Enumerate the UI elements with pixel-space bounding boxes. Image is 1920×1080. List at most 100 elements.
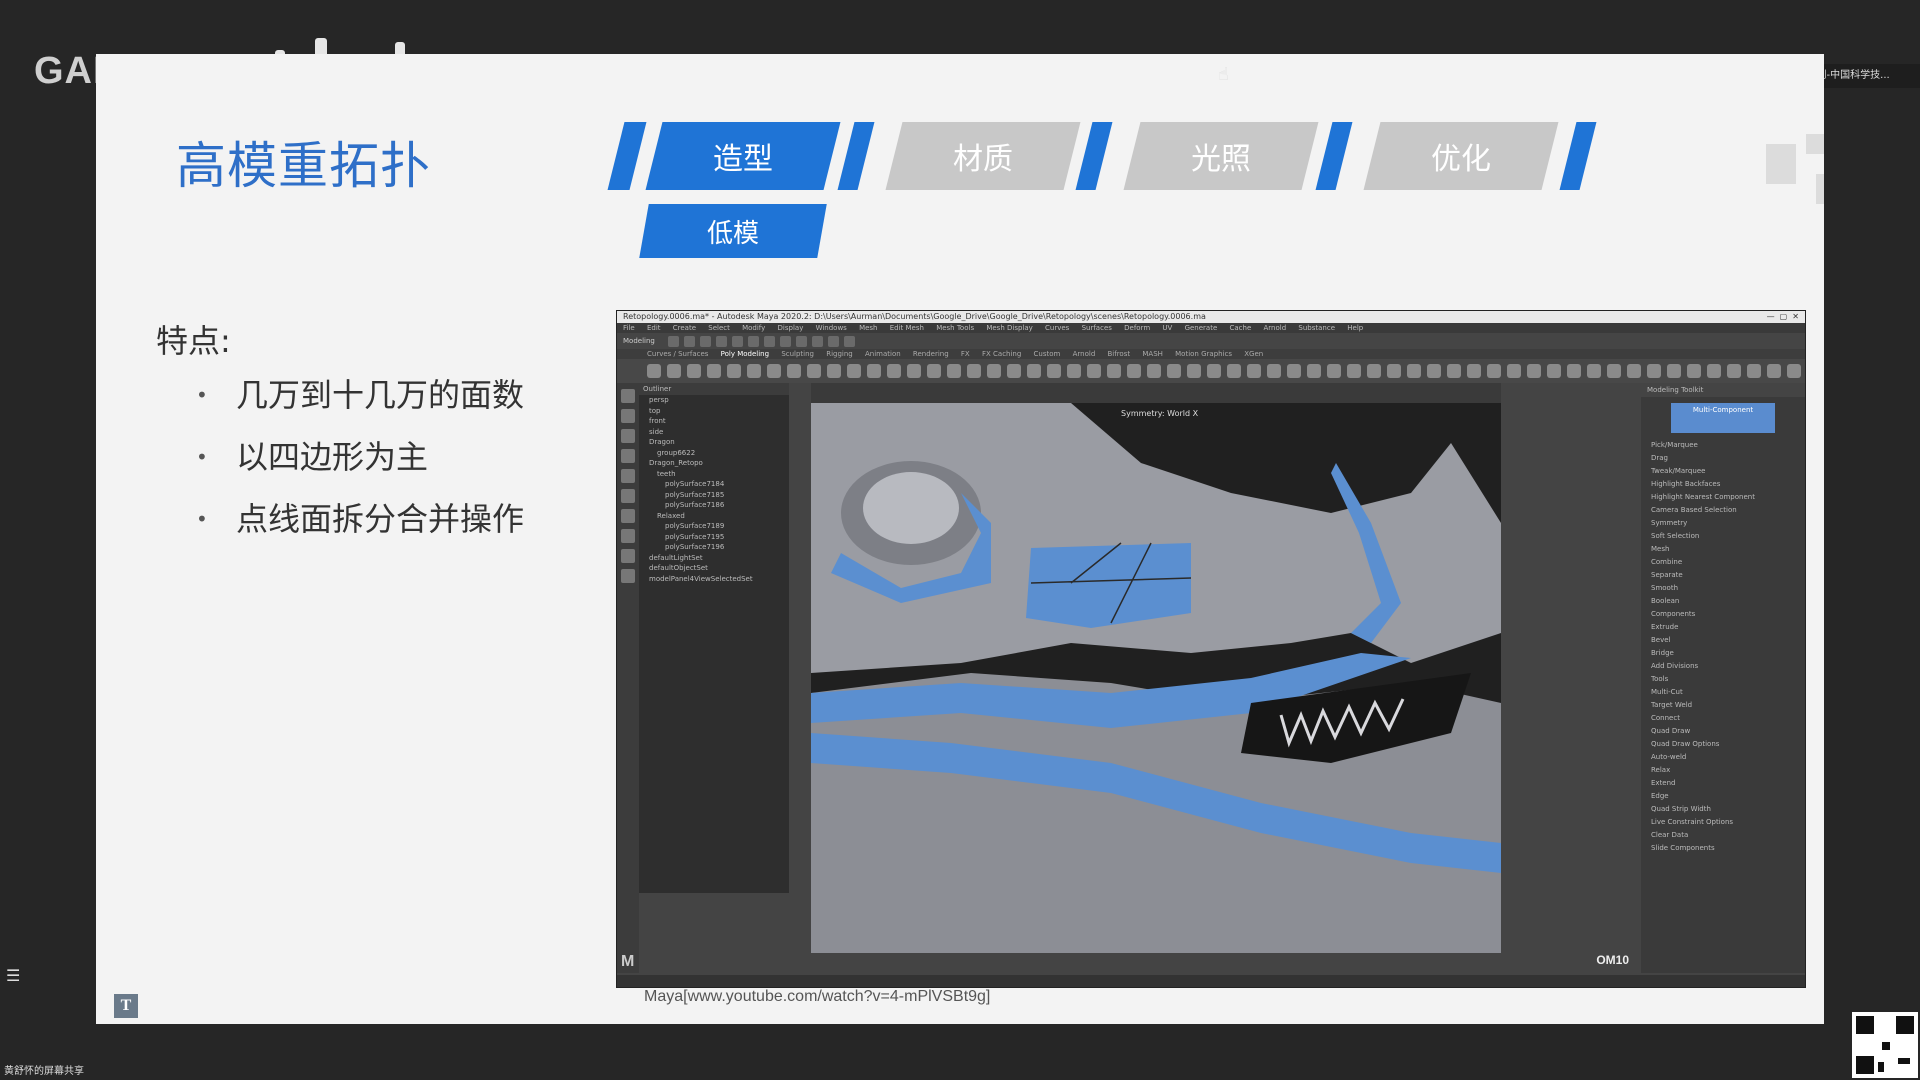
outliner-item[interactable]: polySurface7196 — [639, 542, 789, 553]
shelf-tab[interactable]: Curves / Surfaces — [647, 350, 708, 358]
tab-lighting[interactable]: 光照 — [1123, 122, 1319, 190]
shelf-tool-icon[interactable] — [1007, 364, 1021, 378]
toolkit-row[interactable]: Quad Draw — [1641, 725, 1805, 738]
toolkit-row[interactable]: Drag — [1641, 452, 1805, 465]
toolkit-row[interactable]: Slide Components — [1641, 842, 1805, 855]
menu-item[interactable]: Mesh Display — [986, 324, 1032, 332]
shelf-tool-icon[interactable] — [1427, 364, 1441, 378]
toolkit-row[interactable]: Soft Selection — [1641, 530, 1805, 543]
shelf-tool-icon[interactable] — [1487, 364, 1501, 378]
shelf-tool-icon[interactable] — [1707, 364, 1721, 378]
mode-selector[interactable]: Modeling — [623, 337, 663, 345]
shelf-tool-icon[interactable] — [1147, 364, 1161, 378]
viewport-3d[interactable]: Symmetry: World X — [811, 403, 1501, 953]
shelf-tool-icon[interactable] — [1407, 364, 1421, 378]
outliner-item[interactable]: polySurface7186 — [639, 500, 789, 511]
layout-icon[interactable] — [621, 509, 635, 523]
window-controls-icon[interactable]: — ▢ ✕ — [1767, 311, 1799, 323]
status-icon[interactable] — [732, 335, 743, 347]
toolkit-row[interactable]: Highlight Nearest Component — [1641, 491, 1805, 504]
menu-item[interactable]: Cache — [1230, 324, 1252, 332]
shelf-tab[interactable]: Arnold — [1073, 350, 1096, 358]
status-icon[interactable] — [844, 335, 855, 347]
outliner-item[interactable]: polySurface7195 — [639, 532, 789, 543]
shelf-tool-icon[interactable] — [1167, 364, 1181, 378]
shelf-tool-icon[interactable] — [1527, 364, 1541, 378]
status-icon[interactable] — [796, 335, 807, 347]
toolkit-row[interactable]: Edge — [1641, 790, 1805, 803]
shelf-tool-icon[interactable] — [707, 364, 721, 378]
layout-icon[interactable] — [621, 569, 635, 583]
shelf-tool-icon[interactable] — [767, 364, 781, 378]
toolkit-row[interactable]: Smooth — [1641, 582, 1805, 595]
shelf-tool-icon[interactable] — [1247, 364, 1261, 378]
menu-item[interactable]: UV — [1162, 324, 1172, 332]
shelf-tab[interactable]: FX Caching — [982, 350, 1021, 358]
shelf-tab[interactable]: Custom — [1034, 350, 1061, 358]
toolkit-row[interactable]: Highlight Backfaces — [1641, 478, 1805, 491]
shelf-tool-icon[interactable] — [787, 364, 801, 378]
shelf-tool-icon[interactable] — [987, 364, 1001, 378]
move-tool-icon[interactable] — [621, 449, 635, 463]
outliner-item[interactable]: Relaxed — [639, 511, 789, 522]
toolkit-row[interactable]: Add Divisions — [1641, 660, 1805, 673]
toolkit-row[interactable]: Relax — [1641, 764, 1805, 777]
scale-tool-icon[interactable] — [621, 489, 635, 503]
outliner-item[interactable]: persp — [639, 395, 789, 406]
shelf-tool-icon[interactable] — [1667, 364, 1681, 378]
outliner-item[interactable]: polySurface7184 — [639, 479, 789, 490]
shelf-tool-icon[interactable] — [1547, 364, 1561, 378]
outliner-item[interactable]: defaultObjectSet — [639, 563, 789, 574]
shelf-tool-icon[interactable] — [747, 364, 761, 378]
outliner-item[interactable]: modelPanel4ViewSelectedSet — [639, 574, 789, 585]
toolkit-row[interactable]: Multi-Cut — [1641, 686, 1805, 699]
shelf-tool-icon[interactable] — [907, 364, 921, 378]
shelf-tool-icon[interactable] — [1127, 364, 1141, 378]
toolkit-row[interactable]: Extend — [1641, 777, 1805, 790]
outliner-item[interactable]: defaultLightSet — [639, 553, 789, 564]
shelf-tool-icon[interactable] — [807, 364, 821, 378]
shelf-tool-icon[interactable] — [1447, 364, 1461, 378]
toolkit-row[interactable]: Mesh — [1641, 543, 1805, 556]
shelf-tab[interactable]: Sculpting — [781, 350, 814, 358]
menu-item[interactable]: Help — [1347, 324, 1363, 332]
status-icon[interactable] — [748, 335, 759, 347]
status-icon[interactable] — [812, 335, 823, 347]
status-icon[interactable] — [828, 335, 839, 347]
outliner-item[interactable]: front — [639, 416, 789, 427]
shelf-tool-icon[interactable] — [1227, 364, 1241, 378]
tab-material[interactable]: 材质 — [885, 122, 1081, 190]
shelf-tool-icon[interactable] — [1187, 364, 1201, 378]
paint-select-icon[interactable] — [621, 429, 635, 443]
tab-shape-modeling[interactable]: 造型 — [645, 122, 841, 190]
shelf-tool-icon[interactable] — [647, 364, 661, 378]
shelf-tab[interactable]: Rendering — [913, 350, 949, 358]
menu-item[interactable]: Substance — [1298, 324, 1335, 332]
toolkit-row[interactable]: Quad Draw Options — [1641, 738, 1805, 751]
shelf-tool-icon[interactable] — [1307, 364, 1321, 378]
subtab-lowpoly[interactable]: 低模 — [639, 204, 827, 258]
outliner-item[interactable]: group6622 — [639, 448, 789, 459]
shelf-tab[interactable]: Poly Modeling — [721, 350, 769, 358]
status-icon[interactable] — [716, 335, 727, 347]
status-icon[interactable] — [700, 335, 711, 347]
shelf-tool-icon[interactable] — [1767, 364, 1781, 378]
toolkit-row[interactable]: Target Weld — [1641, 699, 1805, 712]
menu-item[interactable]: Mesh Tools — [936, 324, 974, 332]
shelf-tool-icon[interactable] — [1627, 364, 1641, 378]
status-icon[interactable] — [764, 335, 775, 347]
shelf-tool-icon[interactable] — [967, 364, 981, 378]
shelf-tab[interactable]: XGen — [1244, 350, 1263, 358]
menu-item[interactable]: Mesh — [859, 324, 877, 332]
shelf-tab[interactable]: MASH — [1142, 350, 1163, 358]
toolkit-row[interactable]: Auto-weld — [1641, 751, 1805, 764]
list-icon[interactable]: ☰ — [6, 966, 20, 985]
shelf-tool-icon[interactable] — [1047, 364, 1061, 378]
menu-item[interactable]: Edit Mesh — [890, 324, 924, 332]
toolkit-row[interactable]: Connect — [1641, 712, 1805, 725]
shelf-tool-icon[interactable] — [887, 364, 901, 378]
viewport-toolbar[interactable] — [811, 383, 1501, 403]
menu-item[interactable]: Edit — [647, 324, 661, 332]
shelf-tool-icon[interactable] — [1647, 364, 1661, 378]
menu-item[interactable]: File — [623, 324, 635, 332]
